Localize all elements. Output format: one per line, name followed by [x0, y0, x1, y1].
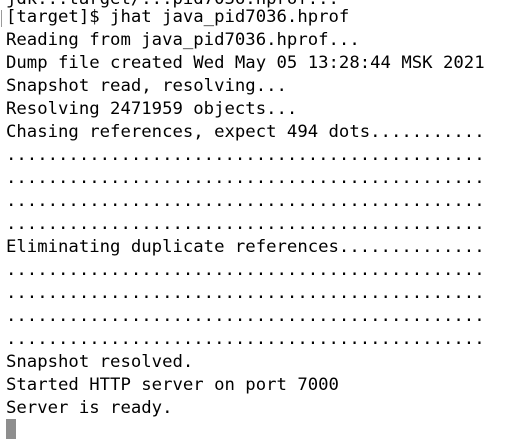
terminal-line: Eliminating duplicate references........…: [6, 237, 485, 257]
terminal-line: Snapshot resolved.: [6, 352, 194, 372]
terminal-line: Chasing references, expect 494 dots.....…: [6, 122, 485, 142]
terminal-line: Dump file created Wed May 05 13:28:44 MS…: [6, 53, 485, 73]
terminal-line: ........................................…: [6, 283, 485, 303]
terminal-window[interactable]: jdk...target/...pid7036.hprof... [target…: [0, 0, 519, 443]
terminal-output: [target]$ jhat java_pid7036.hprof Readin…: [6, 6, 485, 420]
selection-marker: [1, 10, 2, 27]
terminal-line: ........................................…: [6, 260, 485, 280]
terminal-line: ........................................…: [6, 145, 485, 165]
terminal-line: ........................................…: [6, 306, 485, 326]
terminal-line: [target]$ jhat java_pid7036.hprof: [6, 7, 350, 27]
terminal-line: Snapshot read, resolving...: [6, 76, 287, 96]
terminal-line: Started HTTP server on port 7000: [6, 375, 339, 395]
terminal-line: Reading from java_pid7036.hprof...: [6, 30, 360, 50]
terminal-line: Server is ready.: [6, 398, 173, 418]
terminal-line: ........................................…: [6, 191, 485, 211]
terminal-line: Resolving 2471959 objects...: [6, 99, 298, 119]
terminal-line: ........................................…: [6, 214, 485, 234]
text-cursor[interactable]: [6, 419, 16, 439]
terminal-line: ........................................…: [6, 168, 485, 188]
terminal-line: ........................................…: [6, 329, 485, 349]
